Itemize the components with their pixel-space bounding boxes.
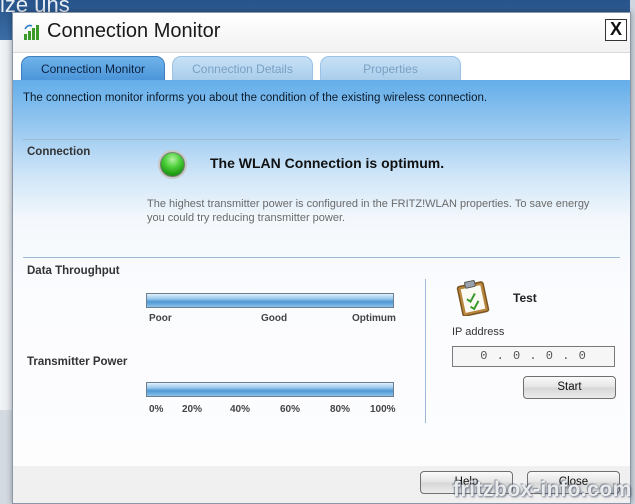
divider-top bbox=[23, 139, 620, 140]
transmitter-tick-100: 100% bbox=[370, 404, 396, 415]
connection-monitor-dialog: Connection Monitor X Connection Monitor … bbox=[12, 12, 631, 504]
transmitter-tick-80: 80% bbox=[330, 404, 351, 415]
tab-properties[interactable]: Properties bbox=[320, 56, 461, 80]
throughput-tick-optimum: Optimum bbox=[352, 313, 396, 324]
signal-app-icon bbox=[24, 24, 39, 40]
throughput-tick-good: Good bbox=[261, 313, 288, 324]
throughput-tick-poor: Poor bbox=[149, 313, 172, 324]
ip-address-label: IP address bbox=[452, 326, 505, 338]
test-label: Test bbox=[513, 291, 537, 305]
green-led-icon bbox=[158, 150, 187, 179]
connection-status: The WLAN Connection is optimum. bbox=[210, 155, 445, 171]
ip-address-input[interactable]: 0 . 0 . 0 . 0 bbox=[452, 346, 615, 367]
transmitter-bar bbox=[146, 382, 394, 397]
throughput-bar-fill bbox=[147, 294, 393, 307]
connection-hint: The highest transmitter power is configu… bbox=[147, 198, 590, 224]
transmitter-tick-60: 60% bbox=[280, 404, 301, 415]
clipboard-check-icon bbox=[456, 280, 490, 316]
close-window-button[interactable]: X bbox=[605, 19, 627, 41]
connection-label: Connection bbox=[27, 146, 91, 158]
transmitter-tick-0: 0% bbox=[149, 404, 164, 415]
title-bar: Connection Monitor X bbox=[13, 13, 630, 53]
throughput-bar bbox=[146, 293, 394, 308]
transmitter-tick-20: 20% bbox=[182, 404, 203, 415]
start-button[interactable]: Start bbox=[523, 376, 616, 399]
transmitter-tick-40: 40% bbox=[230, 404, 251, 415]
transmitter-label: Transmitter Power bbox=[27, 356, 128, 368]
tab-connection-details[interactable]: Connection Details bbox=[172, 56, 313, 80]
watermark: fritzbox-info.com bbox=[453, 478, 632, 501]
tab-connection-monitor[interactable]: Connection Monitor bbox=[21, 56, 165, 80]
divider-middle bbox=[23, 257, 620, 258]
transmitter-bar-fill bbox=[147, 383, 393, 396]
intro-text: The connection monitor informs you about… bbox=[23, 92, 488, 104]
window-title: Connection Monitor bbox=[47, 20, 221, 42]
throughput-label: Data Throughput bbox=[27, 265, 120, 277]
vertical-divider bbox=[425, 279, 426, 423]
